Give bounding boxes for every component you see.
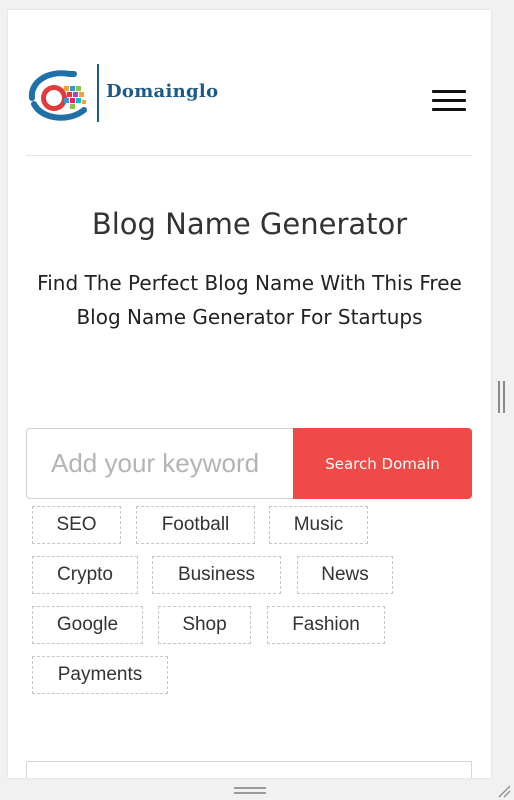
tag-crypto[interactable]: Crypto [32, 556, 138, 594]
tag-football[interactable]: Football [136, 506, 255, 544]
tag-news[interactable]: News [297, 556, 393, 594]
site-header: Domainglo [26, 60, 472, 156]
tag-payments[interactable]: Payments [32, 656, 168, 694]
resize-grip-icon[interactable] [497, 784, 511, 798]
page-frame: Domainglo Blog Name Generator Find The P… [8, 10, 491, 778]
page-subtitle: Find The Perfect Blog Name With This Fre… [37, 271, 462, 329]
resize-handle[interactable] [498, 381, 506, 413]
keyword-input[interactable] [27, 429, 293, 498]
domainglo-logo-icon [28, 70, 87, 121]
tag-fashion[interactable]: Fashion [267, 606, 385, 644]
tag-seo[interactable]: SEO [32, 506, 121, 544]
page-title: Blog Name Generator [91, 207, 408, 241]
drag-handle[interactable] [234, 787, 266, 795]
search-bar: Search Domain [26, 428, 472, 499]
site-logo[interactable]: Domainglo [26, 62, 246, 124]
search-domain-button[interactable]: Search Domain [293, 428, 472, 499]
hamburger-icon[interactable] [432, 90, 466, 114]
content-card [26, 761, 472, 778]
logo-divider [97, 64, 99, 122]
tag-music[interactable]: Music [269, 506, 368, 544]
tag-google[interactable]: Google [32, 606, 143, 644]
tag-business[interactable]: Business [152, 556, 281, 594]
logo-text: Domainglo [106, 81, 219, 102]
tag-shop[interactable]: Shop [158, 606, 251, 644]
